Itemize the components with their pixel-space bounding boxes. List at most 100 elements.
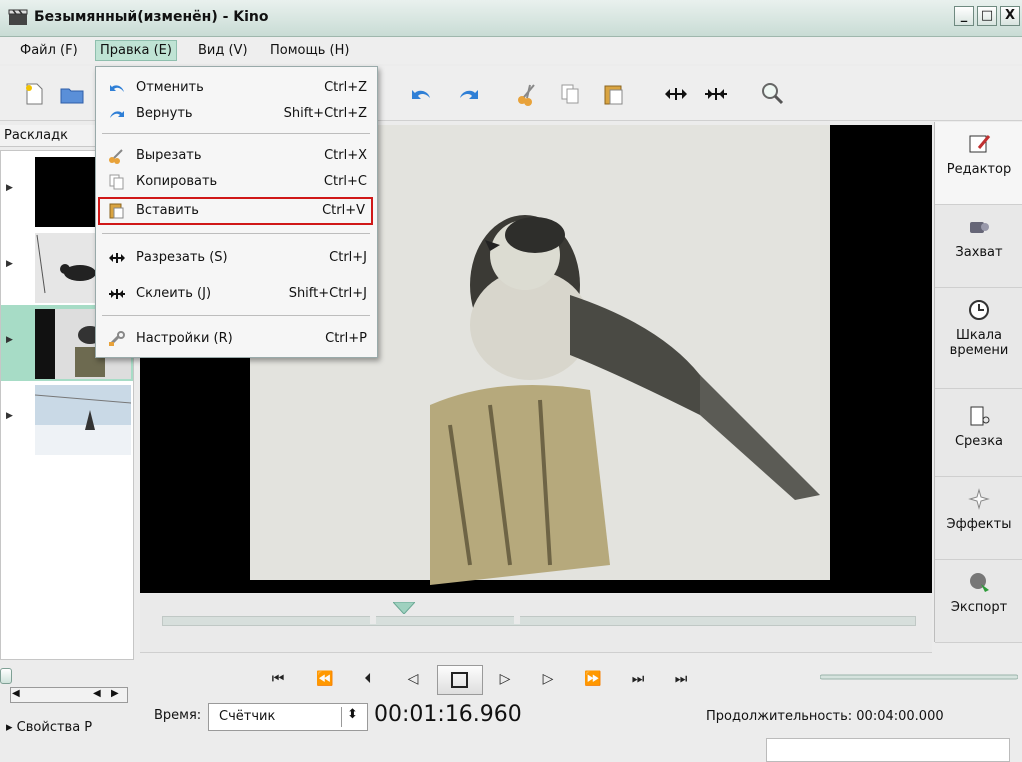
menu-item-shortcut: Ctrl+X xyxy=(324,148,367,163)
menu-item-shortcut: Ctrl+Z xyxy=(324,80,367,95)
tab-timeline[interactable]: Шкала времени xyxy=(935,288,1022,389)
menu-bar: Файл (F) Правка (E) Вид (V) Помощь (H) xyxy=(0,37,1022,64)
toolbar-join-icon[interactable] xyxy=(702,80,730,108)
minimize-button[interactable]: _ xyxy=(954,6,974,26)
properties-expander[interactable]: ▸ Свойства Р xyxy=(6,720,92,735)
split-icon xyxy=(109,253,125,263)
export-icon xyxy=(970,573,989,592)
menu-item-label: Копировать xyxy=(136,174,218,189)
tab-trim[interactable]: Срезка xyxy=(935,394,1022,477)
redo-icon xyxy=(110,111,124,118)
go-to-end-icon[interactable]: ⏭ xyxy=(668,666,694,692)
maximize-button[interactable]: □ xyxy=(977,6,997,26)
expand-arrow-icon[interactable]: ▶ xyxy=(6,183,13,193)
tab-effects[interactable]: Эффекты xyxy=(935,477,1022,560)
go-to-start-icon[interactable]: ⏮ xyxy=(265,666,291,692)
undo-icon xyxy=(110,85,124,92)
toolbar-cut-icon[interactable] xyxy=(514,80,542,108)
tab-label: Редактор xyxy=(946,162,1012,177)
menu-item-copy[interactable]: Копировать Ctrl+C xyxy=(98,169,375,195)
window-title: Безымянный(изменён) - Kino xyxy=(34,9,269,25)
timeline-icon xyxy=(969,300,989,320)
menu-item-shortcut: Ctrl+C xyxy=(323,174,367,189)
menu-edit[interactable]: Правка (E) xyxy=(95,40,177,61)
open-folder-icon[interactable] xyxy=(58,80,86,108)
duration-display: Продолжительность: 00:04:00.000 xyxy=(706,709,944,724)
menu-item-shortcut: Ctrl+P xyxy=(325,331,367,346)
volume-slider[interactable] xyxy=(820,672,1018,682)
toolbar-undo-icon[interactable] xyxy=(408,80,436,108)
properties-label: Свойства Р xyxy=(16,720,93,735)
menu-item-shortcut: Shift+Ctrl+J xyxy=(288,286,367,301)
menu-item-label: Отменить xyxy=(136,80,204,95)
menu-item-paste[interactable]: Вставить Ctrl+V xyxy=(98,197,373,225)
menu-item-undo[interactable]: Отменить Ctrl+Z xyxy=(98,75,375,101)
scrub-segment-divider xyxy=(514,616,520,624)
play-icon[interactable]: ▷ xyxy=(492,666,518,692)
tab-export[interactable]: Экспорт xyxy=(935,560,1022,643)
scroll-left-icon[interactable]: ◀ xyxy=(12,688,20,699)
mode-tabs: Редактор Захват Шкала времени Срезка Эфф… xyxy=(934,122,1022,643)
menu-separator xyxy=(102,233,370,234)
menu-item-redo[interactable]: Вернуть Shift+Ctrl+Z xyxy=(98,101,375,127)
menu-item-label: Вставить xyxy=(136,203,199,218)
tab-editor[interactable]: Редактор xyxy=(935,122,1022,205)
fast-forward-icon[interactable]: ⏩ xyxy=(580,666,606,692)
time-label: Время: xyxy=(154,708,202,723)
expand-arrow-icon[interactable]: ▶ xyxy=(6,259,13,269)
menu-item-shortcut: Ctrl+V xyxy=(322,203,365,218)
expand-arrow-icon[interactable]: ▶ xyxy=(6,335,13,345)
scene-thumbnail xyxy=(35,385,131,455)
effects-icon xyxy=(968,488,990,510)
menu-help[interactable]: Помощь (H) xyxy=(266,40,353,61)
scroll-left-icon[interactable]: ◀ xyxy=(93,688,101,699)
menu-item-cut[interactable]: Вырезать Ctrl+X xyxy=(98,143,375,169)
expand-arrow-icon[interactable]: ▶ xyxy=(6,411,13,421)
storyboard-horizontal-scrollbar[interactable]: ◀ ◀ ▶ xyxy=(10,687,128,703)
menu-item-shortcut: Ctrl+J xyxy=(329,250,367,265)
scrub-track[interactable] xyxy=(162,616,916,626)
tab-label: Экспорт xyxy=(950,600,1008,615)
tab-label: Шкала времени xyxy=(949,328,1009,358)
edit-menu-dropdown: Отменить Ctrl+Z Вернуть Shift+Ctrl+Z Выр… xyxy=(95,66,378,358)
scrub-position-marker-icon[interactable] xyxy=(393,602,415,614)
storyboard-scene[interactable]: ▶ xyxy=(1,381,133,457)
menu-file[interactable]: Файл (F) xyxy=(16,40,82,61)
menu-separator xyxy=(102,133,370,134)
stop-button[interactable] xyxy=(437,665,483,695)
toolbar-split-icon[interactable] xyxy=(662,80,690,108)
toolbar-paste-icon[interactable] xyxy=(600,80,628,108)
trim-icon xyxy=(970,406,990,426)
close-button[interactable]: X xyxy=(1000,6,1020,26)
menu-item-label: Вырезать xyxy=(136,148,202,163)
scroll-right-icon[interactable]: ▶ xyxy=(111,688,119,699)
previous-frame-icon[interactable]: ◁ xyxy=(400,666,426,692)
tab-label: Эффекты xyxy=(946,517,1012,532)
scrub-segment-divider xyxy=(370,616,376,624)
toolbar-redo-icon[interactable] xyxy=(454,80,482,108)
next-frame-icon[interactable]: ▷ xyxy=(535,666,561,692)
capture-icon xyxy=(970,222,989,233)
rewind-icon[interactable]: ⏴ xyxy=(355,666,381,692)
copy-icon xyxy=(109,174,124,190)
volume-slider-handle[interactable] xyxy=(0,668,12,684)
preferences-icon xyxy=(109,331,125,346)
menu-item-preferences[interactable]: Настройки (R) Ctrl+P xyxy=(98,326,375,352)
toolbar-copy-icon[interactable] xyxy=(556,80,584,108)
app-clapper-icon xyxy=(8,9,28,25)
tab-capture[interactable]: Захват xyxy=(935,205,1022,288)
menu-item-split[interactable]: Разрезать (S) Ctrl+J xyxy=(98,245,375,271)
new-file-icon[interactable] xyxy=(20,80,48,108)
toolbar-zoom-icon[interactable] xyxy=(758,80,786,108)
previous-scene-icon[interactable]: ⏪ xyxy=(312,666,338,692)
updown-arrows-icon[interactable]: ⬍ xyxy=(347,707,358,722)
next-scene-icon[interactable]: ⏭ xyxy=(625,666,651,692)
menu-item-join[interactable]: Склеить (J) Shift+Ctrl+J xyxy=(98,281,375,307)
time-mode-select[interactable]: Счётчик ⬍ xyxy=(208,703,368,731)
scrubber-area xyxy=(140,594,932,653)
tab-label: Захват xyxy=(955,245,1003,260)
menu-item-label: Вернуть xyxy=(136,106,193,121)
menu-item-shortcut: Shift+Ctrl+Z xyxy=(283,106,367,121)
select-divider xyxy=(341,707,342,727)
menu-view[interactable]: Вид (V) xyxy=(194,40,252,61)
